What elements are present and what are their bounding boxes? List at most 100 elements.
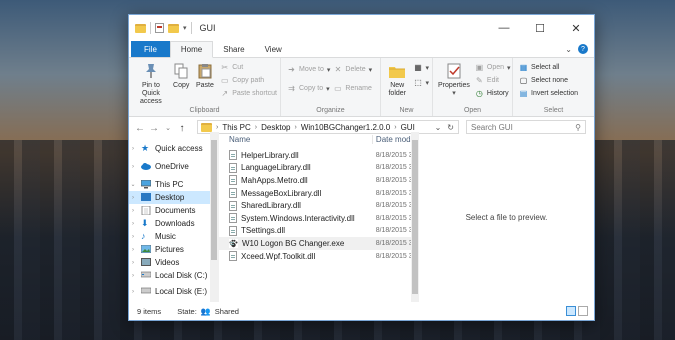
- breadcrumb-gui[interactable]: GUI: [401, 123, 415, 132]
- breadcrumb-this-pc[interactable]: This PC: [222, 123, 250, 132]
- star-icon: ★: [141, 143, 150, 153]
- invert-selection-button[interactable]: ▤ Invert selection: [519, 88, 578, 99]
- ribbon-help-area: ⌄ ?: [565, 41, 594, 57]
- file-name: SharedLibrary.dll: [241, 201, 301, 211]
- nav-scrollbar[interactable]: [210, 132, 218, 302]
- file-row[interactable]: MahApps.Metro.dll 8/18/2015 3: [219, 174, 419, 187]
- chevron-down-icon[interactable]: ⌄: [435, 123, 442, 132]
- minimize-button[interactable]: —: [486, 15, 522, 41]
- nav-item-documents[interactable]: › Documents: [129, 204, 218, 217]
- nav-label: Documents: [155, 206, 196, 215]
- chevron-down-icon[interactable]: ▾: [183, 24, 187, 32]
- documents-icon: [141, 205, 151, 216]
- file-list: Name Date modifi HelperLibrary.dll 8/18/…: [219, 132, 419, 302]
- nav-item-videos[interactable]: › Videos: [129, 256, 218, 269]
- copy-to-button[interactable]: ⇉ Copy to ▾: [287, 83, 330, 94]
- file-row[interactable]: MessageBoxLibrary.dll 8/18/2015 3: [219, 187, 419, 200]
- chevron-down-icon: ▾: [425, 79, 429, 87]
- open-group-label: Open: [463, 107, 482, 114]
- nav-label: Local Disk (C:): [155, 271, 208, 280]
- file-row[interactable]: System.Windows.Interactivity.dll 8/18/20…: [219, 212, 419, 225]
- file-row[interactable]: HelperLibrary.dll 8/18/2015 3: [219, 149, 419, 162]
- tab-file[interactable]: File: [131, 41, 170, 57]
- help-icon[interactable]: ?: [578, 44, 588, 54]
- new-folder-label: New folder: [388, 82, 406, 97]
- column-header-name[interactable]: Name: [219, 135, 372, 144]
- nav-item-this-pc[interactable]: ⌄ This PC: [129, 178, 218, 191]
- search-placeholder: Search GUI: [471, 122, 513, 132]
- nav-item-downloads[interactable]: › ⬇ Downloads: [129, 217, 218, 230]
- chevron-down-icon: ▾: [425, 64, 429, 72]
- rename-label: Rename: [345, 85, 372, 92]
- new-folder-icon: [388, 62, 406, 80]
- tab-share[interactable]: Share: [213, 41, 254, 57]
- file-row[interactable]: Xceed.Wpf.Toolkit.dll 8/18/2015 3: [219, 250, 419, 263]
- dll-file-icon: [229, 188, 237, 199]
- content-area: › ★ Quick access › OneDrive ⌄ This PC › …: [129, 132, 594, 302]
- file-list-scrollbar[interactable]: [411, 132, 419, 302]
- select-all-button[interactable]: ▦ Select all: [519, 62, 578, 73]
- move-to-button[interactable]: ➜ Move to ▾: [287, 64, 330, 75]
- nav-item-local-disk-c[interactable]: › Local Disk (C:): [129, 269, 218, 282]
- select-none-button[interactable]: ▢ Select none: [519, 75, 578, 86]
- delete-button[interactable]: ✕ Delete ▾: [333, 64, 373, 75]
- dll-file-icon: [229, 213, 237, 224]
- nav-item-local-disk-e[interactable]: › Local Disk (E:): [129, 285, 218, 298]
- close-button[interactable]: ✕: [558, 15, 594, 41]
- invert-selection-label: Invert selection: [531, 90, 579, 97]
- tab-view[interactable]: View: [255, 41, 292, 57]
- open-button[interactable]: ▣ Open ▾: [475, 62, 511, 73]
- breadcrumb-win10bgchanger[interactable]: Win10BGChanger1.2.0.0: [301, 123, 390, 132]
- properties-icon[interactable]: [155, 23, 164, 33]
- nav-item-onedrive[interactable]: › OneDrive: [129, 160, 218, 173]
- file-row[interactable]: TSettings.dll 8/18/2015 3: [219, 225, 419, 238]
- chevron-down-icon: ▾: [507, 64, 511, 72]
- dll-file-icon: [229, 225, 237, 236]
- nav-item-quick-access[interactable]: › ★ Quick access: [129, 142, 218, 155]
- nav-label: OneDrive: [155, 162, 189, 171]
- shared-icon: 👥: [200, 306, 211, 316]
- divider: [190, 22, 192, 34]
- desktop-icon: [141, 193, 151, 202]
- breadcrumb-desktop[interactable]: Desktop: [261, 123, 290, 132]
- delete-label: Delete: [345, 66, 366, 73]
- paste-shortcut-button[interactable]: ↗ Paste shortcut: [220, 88, 277, 99]
- videos-icon: [141, 258, 151, 267]
- state-label: State:: [177, 306, 197, 316]
- window-title: GUI: [199, 23, 216, 33]
- chevron-down-icon: ▾: [326, 85, 330, 93]
- folder-icon: [135, 23, 146, 33]
- cut-button[interactable]: ✂ Cut: [220, 62, 277, 73]
- details-view-icon[interactable]: [566, 306, 576, 316]
- easy-access-button[interactable]: ⬚ ▾: [413, 77, 429, 88]
- maximize-button[interactable]: ☐: [522, 15, 558, 41]
- edit-button[interactable]: ✎ Edit: [475, 75, 511, 86]
- cloud-icon: [141, 162, 151, 171]
- tab-home[interactable]: Home: [169, 41, 214, 58]
- recent-locations-icon[interactable]: ⌄: [163, 124, 173, 132]
- nav-item-pictures[interactable]: › Pictures: [129, 243, 218, 256]
- nav-item-desktop[interactable]: › Desktop: [129, 191, 218, 204]
- computer-icon: [140, 179, 152, 189]
- refresh-icon[interactable]: ↻: [447, 123, 454, 132]
- easy-access-icon: ⬚: [414, 78, 422, 87]
- chevron-right-icon: ›: [294, 123, 297, 131]
- scrollbar-thumb[interactable]: [412, 140, 418, 294]
- ribbon: Pin to Quick access Copy Paste ✂ Cut ▭ Cop…: [129, 58, 594, 117]
- divider: [150, 22, 151, 34]
- new-folder-icon[interactable]: [168, 23, 179, 33]
- file-row[interactable]: W10 Logon BG Changer.exe 8/18/2015 3: [219, 237, 419, 250]
- nav-item-music[interactable]: › ♪ Music: [129, 230, 218, 243]
- file-row[interactable]: SharedLibrary.dll 8/18/2015 3: [219, 199, 419, 212]
- scrollbar-thumb[interactable]: [211, 140, 217, 260]
- file-name: System.Windows.Interactivity.dll: [241, 213, 355, 223]
- rename-button[interactable]: ▭ Rename: [333, 83, 372, 94]
- chevron-down-icon[interactable]: ⌄: [565, 45, 572, 54]
- dll-file-icon: [229, 150, 237, 161]
- large-icons-view-icon[interactable]: [578, 306, 588, 316]
- properties-icon: [445, 62, 463, 80]
- history-button[interactable]: ◷ History: [475, 88, 511, 99]
- new-item-button[interactable]: ▦ ▾: [413, 62, 429, 73]
- copy-path-button[interactable]: ▭ Copy path: [220, 75, 277, 86]
- file-row[interactable]: LanguageLibrary.dll 8/18/2015 3: [219, 162, 419, 175]
